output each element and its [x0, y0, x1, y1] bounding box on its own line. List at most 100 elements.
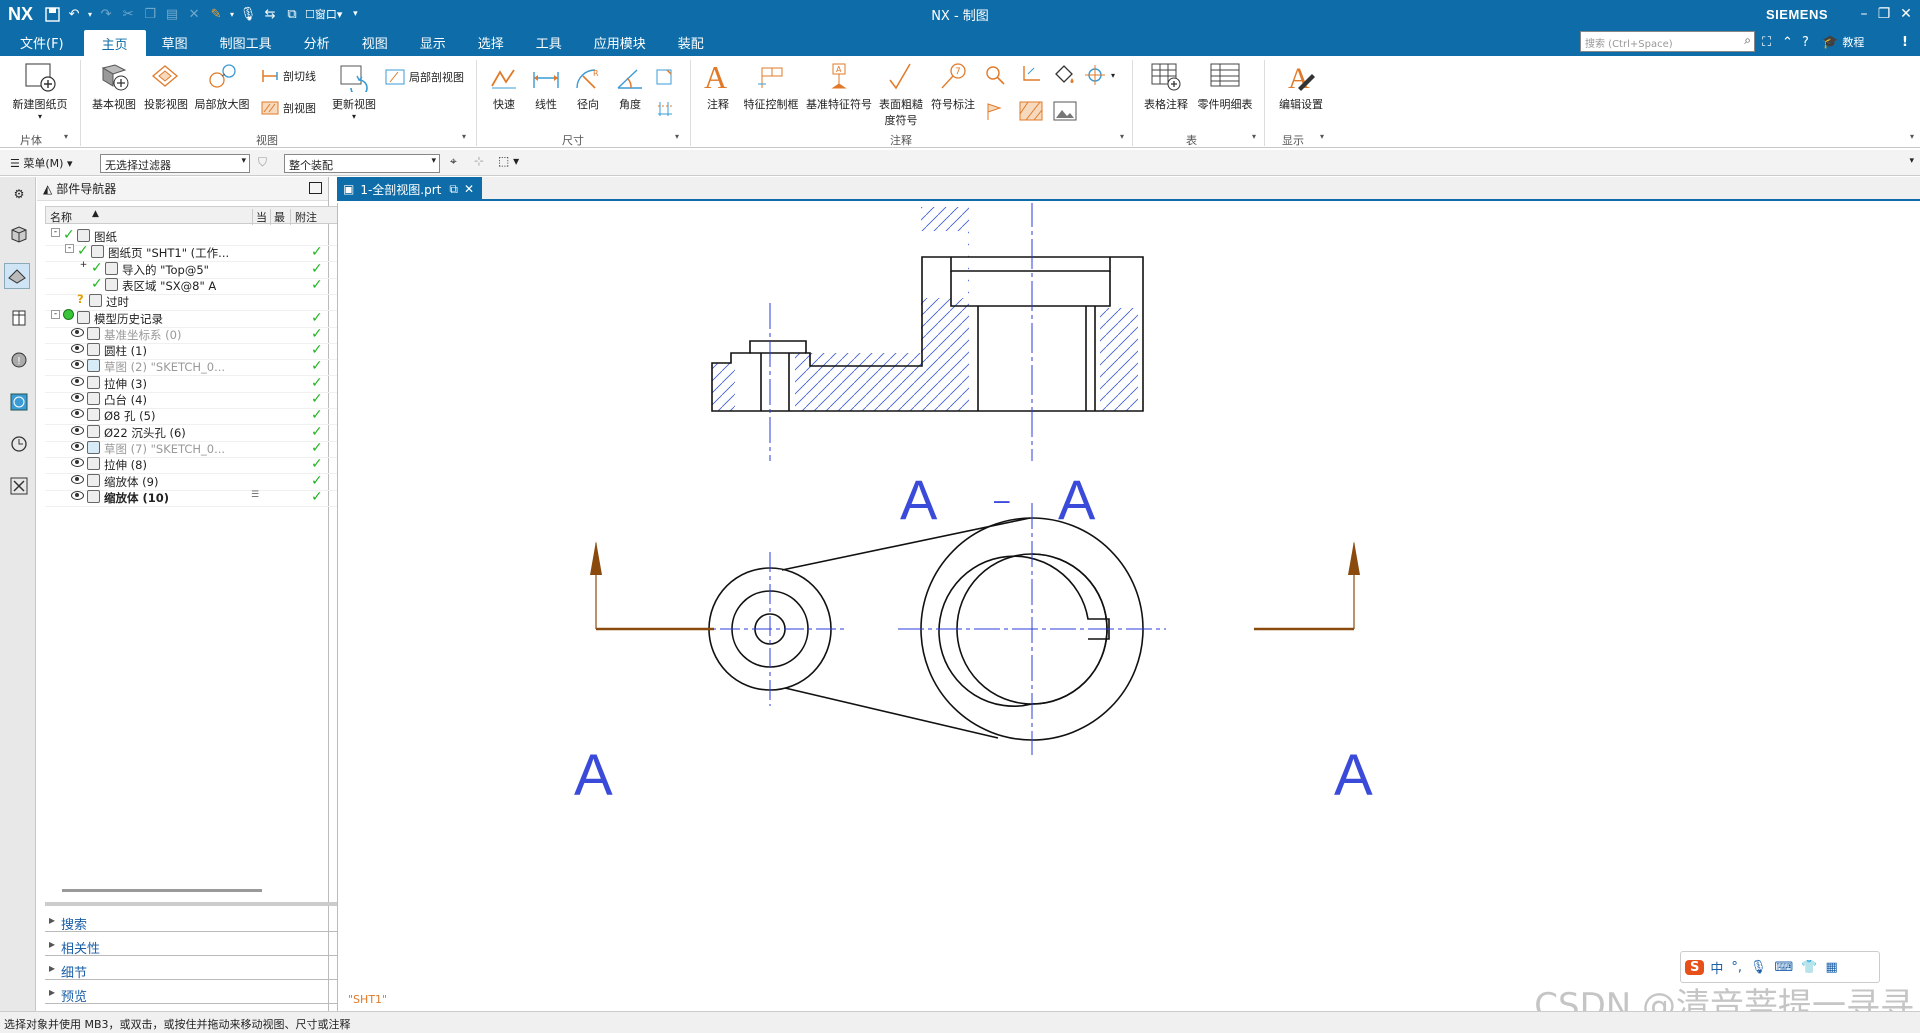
- edit-settings-button[interactable]: A 编辑设置: [1272, 62, 1330, 112]
- radial-dimension-button[interactable]: R 径向: [568, 66, 608, 112]
- dropdown-icon[interactable]: ▾: [1120, 132, 1124, 141]
- tab-sketch[interactable]: 草图: [146, 28, 204, 56]
- redo-icon[interactable]: ↷: [95, 3, 117, 25]
- chamfer-dimension-button[interactable]: [654, 64, 679, 86]
- fill-button[interactable]: [1052, 64, 1079, 86]
- reuse-library-icon[interactable]: [6, 305, 32, 331]
- paste-icon[interactable]: ▤: [161, 3, 183, 25]
- dropdown-icon[interactable]: ▾: [64, 132, 68, 141]
- note-button[interactable]: A 注释: [698, 60, 738, 112]
- selection-scope-select[interactable]: 整个装配 ▾: [284, 154, 440, 173]
- search-icon[interactable]: ⌕: [1744, 33, 1751, 48]
- tab-display[interactable]: 显示: [404, 28, 462, 56]
- column-name[interactable]: 名称: [50, 209, 72, 225]
- part-navigator-icon[interactable]: [4, 263, 30, 289]
- microphone-icon[interactable]: 🎙: [237, 3, 259, 25]
- keyboard-icon[interactable]: ⌨: [1775, 960, 1794, 975]
- column-notes[interactable]: 附注: [290, 209, 317, 225]
- save-icon[interactable]: [41, 3, 63, 25]
- dropdown-icon[interactable]: ▾: [1252, 132, 1256, 141]
- section-view-a-a[interactable]: [339, 197, 1144, 461]
- section-view-button[interactable]: 剖视图: [260, 100, 316, 116]
- section-dependencies[interactable]: 相关性: [45, 934, 365, 957]
- help-icon[interactable]: ?: [1802, 32, 1809, 52]
- document-tab[interactable]: ▣ 1-全剖视图.prt ⧉ ✕: [337, 177, 482, 201]
- update-view-button[interactable]: 更新视图 ▾: [328, 62, 380, 121]
- visibility-eye-icon[interactable]: [71, 425, 84, 435]
- tabular-note-button[interactable]: 表格注释: [1140, 62, 1192, 112]
- datum-feature-symbol-button[interactable]: A 基准特征符号: [804, 62, 874, 112]
- visibility-eye-icon[interactable]: [71, 360, 84, 370]
- tab-selection[interactable]: 选择: [462, 28, 520, 56]
- collapse-icon[interactable]: -: [51, 228, 60, 237]
- close-icon[interactable]: ✕: [1892, 0, 1920, 28]
- column-latest[interactable]: 最: [270, 209, 285, 225]
- visibility-eye-icon[interactable]: [71, 409, 84, 419]
- tab-file[interactable]: 文件(F): [0, 28, 84, 56]
- visibility-eye-icon[interactable]: [71, 327, 84, 337]
- microphone-icon[interactable]: 🎙: [1750, 960, 1767, 975]
- collapse-icon[interactable]: -: [51, 309, 60, 319]
- tab-applications[interactable]: 应用模块: [578, 28, 662, 56]
- target-point-button[interactable]: ▾: [1084, 64, 1115, 86]
- linear-dimension-button[interactable]: 线性: [526, 66, 566, 112]
- column-current[interactable]: 当: [252, 209, 267, 225]
- section-preview[interactable]: 预览: [45, 982, 365, 1005]
- tutorial-button[interactable]: 🎓 教程: [1822, 32, 1864, 52]
- collapse-ribbon-icon[interactable]: ⌃: [1782, 32, 1793, 52]
- tab-view[interactable]: 视图: [346, 28, 404, 56]
- visibility-eye-icon[interactable]: [71, 441, 84, 451]
- section-cut-line[interactable]: [590, 541, 1360, 631]
- command-search-input[interactable]: 搜索 (Ctrl+Space) ⌕: [1580, 31, 1755, 52]
- drawing-sheet[interactable]: A – A A A: [338, 197, 1920, 1011]
- type-filter-select[interactable]: 无选择过滤器 ▾: [100, 154, 250, 173]
- graphics-window[interactable]: A – A A A "SHT1": [337, 197, 1920, 1011]
- ime-mode[interactable]: 中: [1710, 958, 1723, 977]
- dropdown-icon[interactable]: ▾: [227, 3, 237, 25]
- copy-icon[interactable]: ❐: [139, 3, 161, 25]
- switch-window-icon[interactable]: ⧉: [281, 3, 303, 25]
- break-out-section-button[interactable]: 局部剖视图: [384, 68, 464, 86]
- section-search[interactable]: 搜索: [45, 910, 365, 933]
- expand-icon[interactable]: +: [79, 260, 88, 270]
- base-view-button[interactable]: 基本视图: [88, 62, 140, 112]
- history-icon[interactable]: [6, 431, 32, 457]
- ordinate-dimension-button[interactable]: [654, 96, 679, 118]
- feature-control-frame-button[interactable]: 特征控制框: [740, 66, 802, 112]
- hd3d-tools-icon[interactable]: !: [6, 347, 32, 373]
- section-details[interactable]: 细节: [45, 958, 365, 981]
- new-sheet-button[interactable]: 新建图纸页 ▾: [10, 62, 70, 121]
- visibility-eye-icon[interactable]: [71, 393, 84, 402]
- horizontal-scrollbar[interactable]: [62, 889, 262, 892]
- fullscreen-icon[interactable]: ⛶: [1762, 32, 1771, 52]
- panel-splitter[interactable]: [45, 902, 365, 906]
- annotation-icon[interactable]: ✎: [205, 3, 227, 25]
- delete-icon[interactable]: ✕: [183, 3, 205, 25]
- tab-home[interactable]: 主页: [83, 30, 146, 56]
- collapse-icon[interactable]: -: [65, 244, 74, 254]
- projected-view-button[interactable]: 投影视图: [140, 62, 192, 112]
- tab-assemblies[interactable]: 装配: [662, 28, 720, 56]
- sogou-icon[interactable]: S: [1685, 959, 1705, 975]
- weld-symbol-button[interactable]: [984, 64, 1011, 86]
- detail-view-button[interactable]: 局部放大图: [192, 62, 252, 112]
- undo-icon[interactable]: ↶: [63, 3, 85, 25]
- dropdown-icon[interactable]: ▾: [1111, 71, 1115, 80]
- process-studio-icon[interactable]: [6, 473, 32, 499]
- tree-row[interactable]: 缩放体 (10) ✓ ☰: [45, 487, 365, 507]
- web-browser-icon[interactable]: [6, 389, 32, 415]
- popout-icon[interactable]: ⧉: [449, 182, 458, 197]
- snap-point-icon[interactable]: ⌖: [450, 154, 457, 169]
- dropdown-icon[interactable]: ▾: [1909, 156, 1914, 166]
- settings-icon[interactable]: ⚙: [6, 181, 32, 207]
- touch-mode-icon[interactable]: ⇆: [259, 3, 281, 25]
- tab-drafting-tools[interactable]: 制图工具: [204, 28, 288, 56]
- dropdown-icon[interactable]: ▾: [85, 3, 95, 25]
- window-menu-icon[interactable]: ☐ 窗口 ▾: [303, 3, 344, 25]
- close-tab-icon[interactable]: ✕: [464, 182, 474, 196]
- center-mark-button[interactable]: [1018, 64, 1045, 86]
- surface-finish-symbol-button[interactable]: 表面粗糙度符号: [876, 62, 926, 128]
- cut-icon[interactable]: ✂: [117, 3, 139, 25]
- section-line-button[interactable]: 剖切线: [260, 68, 316, 84]
- dropdown-icon[interactable]: ▾: [675, 132, 679, 141]
